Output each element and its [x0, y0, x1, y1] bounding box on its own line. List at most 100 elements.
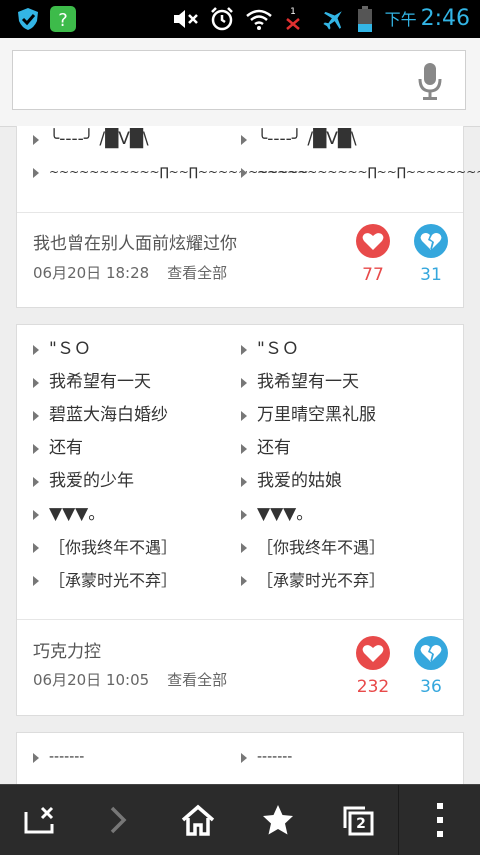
list-item: "ＳＯ: [33, 333, 177, 366]
list-item: 我爱的少年: [33, 465, 177, 498]
unlike-count: 36: [420, 677, 442, 697]
post-right-column: -------: [241, 741, 292, 774]
clock: 下午 2:46: [384, 6, 470, 31]
no-signal-icon: 1: [282, 6, 304, 32]
close-tab-icon: [24, 806, 54, 834]
list-item: ╰----╯ /█V█\: [241, 126, 480, 156]
divider: [17, 212, 463, 213]
feed[interactable]: ╰----╯ /█V█\ ~~~~~~~~~~~∏~~∏~~~~~~~~~~~ …: [0, 126, 480, 784]
list-item: 碧蓝大海白婚纱: [33, 399, 177, 432]
menu-button[interactable]: [400, 785, 480, 855]
view-all-link[interactable]: 查看全部: [167, 264, 227, 282]
bullet-icon: [241, 344, 247, 355]
unlike-button[interactable]: 36: [411, 635, 451, 697]
post-meta: 06月20日 18:28 查看全部: [33, 262, 227, 283]
airplane-mode-icon: [320, 6, 348, 32]
divider: [17, 619, 463, 620]
bullet-icon: [33, 344, 39, 355]
bullet-icon: [33, 575, 39, 586]
search-header: [0, 38, 480, 127]
list-item: 还有: [241, 432, 385, 465]
view-all-link[interactable]: 查看全部: [167, 671, 227, 689]
like-count: 77: [362, 265, 384, 285]
list-item: ［你我终年不遇］: [33, 531, 177, 564]
list-item: 还有: [33, 432, 177, 465]
post-title[interactable]: 巧克力控: [33, 637, 101, 662]
close-tab-button[interactable]: [0, 785, 80, 855]
list-item: 我爱的姑娘: [241, 465, 385, 498]
post-date: 06月20日 18:28: [33, 264, 150, 282]
post-card: ------- -------: [16, 732, 464, 784]
bullet-icon: [33, 167, 39, 178]
list-item: -------: [33, 741, 84, 774]
tabs-button[interactable]: 2: [318, 785, 398, 855]
list-item: 我希望有一天: [33, 366, 177, 399]
list-item: ［承蒙时光不弃］: [241, 564, 385, 597]
bullet-icon: [33, 752, 39, 763]
wifi-icon: [244, 6, 274, 32]
bullet-icon: [33, 377, 39, 388]
bullet-icon: [241, 509, 247, 520]
bullet-icon: [33, 509, 39, 520]
home-icon: [181, 804, 215, 836]
heart-icon: [356, 636, 390, 670]
forward-button[interactable]: [78, 785, 158, 855]
broken-heart-icon: [414, 224, 448, 258]
post-card: ╰----╯ /█V█\ ~~~~~~~~~~~∏~~∏~~~~~~~~~~~ …: [16, 126, 480, 308]
svg-text:?: ?: [58, 10, 68, 31]
forward-icon: [110, 806, 127, 834]
list-item: 我希望有一天: [241, 366, 385, 399]
status-bar: ? 1 下午 2:46: [0, 0, 480, 38]
list-item: ▼▼▼。: [241, 498, 385, 531]
post-left-column: "ＳＯ 我希望有一天 碧蓝大海白婚纱 还有 我爱的少年 ▼▼▼。 ［你我终年不遇…: [33, 333, 177, 597]
heart-icon: [356, 224, 390, 258]
post-right-column: ╰----╯ /█V█\ ~~~~~~~~~~~∏~~∏~~~~~~~~~~~: [241, 126, 480, 189]
list-item: ▼▼▼。: [33, 498, 177, 531]
like-button[interactable]: 232: [353, 635, 393, 697]
search-input[interactable]: [12, 50, 466, 110]
bullet-icon: [33, 134, 39, 145]
app-notification-icon: ?: [48, 6, 78, 32]
bullet-icon: [241, 410, 247, 421]
unlike-button[interactable]: 31: [411, 223, 451, 285]
like-button[interactable]: 77: [353, 223, 393, 285]
post-right-column: "ＳＯ 我希望有一天 万里晴空黑礼服 还有 我爱的姑娘 ▼▼▼。 ［你我终年不遇…: [241, 333, 385, 597]
post-date: 06月20日 10:05: [33, 671, 150, 689]
bullet-icon: [33, 542, 39, 553]
post-card: "ＳＯ 我希望有一天 碧蓝大海白婚纱 还有 我爱的少年 ▼▼▼。 ［你我终年不遇…: [16, 324, 464, 716]
list-item: -------: [241, 741, 292, 774]
bullet-icon: [241, 167, 247, 178]
like-count: 232: [356, 677, 390, 697]
list-item: ［你我终年不遇］: [241, 531, 385, 564]
bookmark-button[interactable]: [238, 785, 318, 855]
post-title[interactable]: 我也曾在别人面前炫耀过你: [33, 229, 237, 254]
bullet-icon: [241, 575, 247, 586]
tab-count: 2: [356, 815, 366, 832]
toolbar-divider: [398, 785, 399, 855]
bullet-icon: [33, 410, 39, 421]
bullet-icon: [241, 377, 247, 388]
list-item: ［承蒙时光不弃］: [33, 564, 177, 597]
bullet-icon: [241, 476, 247, 487]
home-button[interactable]: [158, 785, 238, 855]
list-item: 万里晴空黑礼服: [241, 399, 385, 432]
list-item: ~~~~~~~~~~~∏~~∏~~~~~~~~~~~: [241, 156, 480, 189]
battery-icon: [356, 6, 374, 32]
mute-icon: [172, 6, 200, 32]
bullet-icon: [33, 476, 39, 487]
shield-icon: [14, 6, 42, 32]
more-icon: [437, 803, 443, 837]
browser-toolbar: 2: [0, 784, 480, 855]
broken-heart-icon: [414, 636, 448, 670]
unlike-count: 31: [420, 265, 442, 285]
bullet-icon: [33, 443, 39, 454]
alarm-icon: [208, 6, 236, 32]
post-meta: 06月20日 10:05 查看全部: [33, 669, 227, 690]
microphone-icon[interactable]: [417, 63, 443, 105]
bullet-icon: [241, 542, 247, 553]
bullet-icon: [241, 134, 247, 145]
list-item: "ＳＯ: [241, 333, 385, 366]
bullet-icon: [241, 443, 247, 454]
tabs-icon: 2: [341, 804, 375, 836]
bullet-icon: [241, 752, 247, 763]
